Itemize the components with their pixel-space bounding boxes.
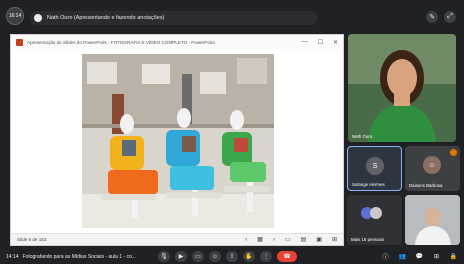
next-slide-icon[interactable]: › <box>273 237 275 243</box>
zoom-icon[interactable]: ⊞ <box>332 236 337 243</box>
participant-video <box>405 195 460 245</box>
participant-name-main: Nath Ouro <box>352 134 373 139</box>
clock: 14:14 <box>6 254 19 260</box>
mic-icon[interactable]: 🎙 <box>158 251 170 262</box>
slide-counter: Slide 6 de 153 <box>17 237 47 242</box>
slide-canvas <box>11 49 343 235</box>
call-controls: 🎙 ▶ ▭ ☺ ⇪ ✋ ⋮ ☎ <box>158 251 297 262</box>
self-view-badge[interactable]: 16:14 <box>6 7 24 25</box>
more-participants-label: Mais 18 pessoas <box>351 237 384 242</box>
activities-icon[interactable]: ⊞ <box>432 251 441 261</box>
participant-tile-main[interactable]: Nath Ouro <box>348 34 456 142</box>
meeting-name: Fotografando para as Mídias Sociais - au… <box>22 254 136 260</box>
raise-hand-icon[interactable]: ✋ <box>243 251 255 262</box>
shared-screen: Apresentação de Slides do PowerPoint - F… <box>10 34 344 246</box>
participant-tile-d[interactable]: ☺ Daisons Barbosa <box>405 146 460 191</box>
slide-sorter-icon[interactable]: ▦ <box>257 236 263 243</box>
meet-window: 16:14 Nath Ouro (Apresentando e fazendo … <box>0 0 464 264</box>
people-icon[interactable]: 👥 <box>398 251 407 261</box>
fullscreen-icon[interactable]: ⤢ <box>444 11 456 23</box>
presenter-icon <box>34 14 42 22</box>
presenter-banner[interactable]: Nath Ouro (Apresentando e fazendo anotaç… <box>30 11 318 25</box>
side-controls: ⓘ 👥 💬 ⊞ 🔒 <box>381 251 458 261</box>
minimize-icon[interactable]: — <box>302 39 308 46</box>
avatar <box>370 207 382 219</box>
end-call-button[interactable]: ☎ <box>277 251 297 262</box>
ppt-window-title: Apresentação de Slides do PowerPoint - F… <box>27 39 215 45</box>
close-icon[interactable]: ✕ <box>333 39 338 46</box>
present-icon[interactable]: ⇪ <box>226 251 238 262</box>
pin-icon[interactable]: ✎ <box>426 11 438 23</box>
more-participants-tile[interactable]: Mais 18 pessoas <box>347 195 402 245</box>
ppt-status-bar: Slide 6 de 153 ‹ ▦ › ▭ ▤ ▣ ⊞ <box>11 233 343 245</box>
emoji-icon[interactable]: ☺ <box>209 251 221 262</box>
captions-icon[interactable]: ▭ <box>192 251 204 262</box>
info-icon[interactable]: ⓘ <box>381 251 390 261</box>
ppt-titlebar: Apresentação de Slides do PowerPoint - F… <box>11 35 343 49</box>
top-bar: 16:14 Nath Ouro (Apresentando e fazendo … <box>0 0 464 30</box>
normal-view-icon[interactable]: ▭ <box>285 236 291 243</box>
participant-tile-s[interactable]: S Solange Hermes <box>347 146 402 191</box>
prev-slide-icon[interactable]: ‹ <box>245 237 247 243</box>
slideshow-icon[interactable]: ▣ <box>316 236 322 243</box>
mic-muted-icon <box>450 149 457 156</box>
powerpoint-icon <box>16 38 23 46</box>
maximize-icon[interactable]: ☐ <box>318 39 323 46</box>
reading-view-icon[interactable]: ▤ <box>301 236 307 243</box>
participant-name-d: Daisons Barbosa <box>409 183 443 188</box>
chat-icon[interactable]: 💬 <box>415 251 424 261</box>
avatar: S <box>366 157 384 175</box>
participant-name-s: Solange Hermes <box>352 182 385 187</box>
camera-icon[interactable]: ▶ <box>175 251 187 262</box>
avatar: ☺ <box>423 156 441 174</box>
more-options-icon[interactable]: ⋮ <box>260 251 272 262</box>
presenter-text: Nath Ouro (Apresentando e fazendo anotaç… <box>47 15 165 21</box>
lock-icon[interactable]: 🔒 <box>449 251 458 261</box>
participant-tile-man[interactable] <box>405 195 460 245</box>
participant-video <box>348 34 456 142</box>
slide-photo-mannequins <box>82 54 274 228</box>
